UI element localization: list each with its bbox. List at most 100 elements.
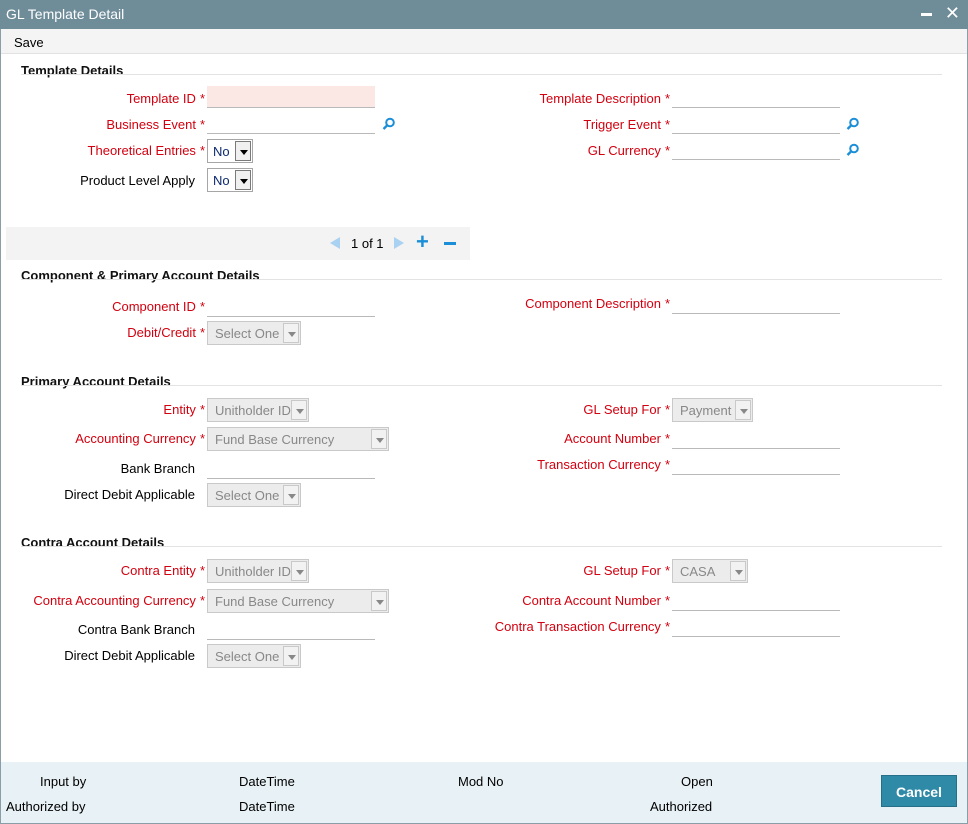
- authorized-status-label: Authorized: [650, 799, 713, 814]
- template-id-label: Template ID *: [126, 91, 205, 106]
- add-row-icon[interactable]: +: [416, 229, 429, 255]
- trigger-event-label: Trigger Event *: [583, 117, 670, 132]
- contra-bank-branch-input[interactable]: [207, 618, 375, 640]
- mod-no-label: Mod No: [458, 774, 504, 789]
- divider: [21, 546, 942, 547]
- entity-value: Unitholder ID: [215, 403, 291, 418]
- divider: [21, 279, 942, 280]
- contra-transaction-currency-label: Contra Transaction Currency *: [494, 619, 670, 634]
- chevron-down-icon[interactable]: [283, 323, 299, 343]
- business-event-input[interactable]: [207, 112, 375, 134]
- debit-credit-value: Select One: [215, 326, 280, 341]
- window-title: GL Template Detail: [6, 6, 125, 22]
- chevron-down-icon[interactable]: [235, 170, 251, 190]
- close-icon[interactable]: ✕: [945, 3, 960, 24]
- chevron-down-icon[interactable]: [235, 141, 251, 161]
- audit-footer: Input by Authorized by DateTime DateTime…: [1, 762, 967, 823]
- component-id-input[interactable]: [207, 295, 375, 317]
- template-description-input[interactable]: [672, 86, 840, 108]
- trigger-event-input[interactable]: [672, 112, 840, 134]
- search-icon[interactable]: [846, 117, 860, 131]
- contra-accounting-currency-label: Contra Accounting Currency *: [33, 593, 205, 608]
- chevron-down-icon[interactable]: [371, 429, 387, 449]
- gl-setup-for-value: Payment: [680, 403, 732, 418]
- transaction-currency-label: Transaction Currency *: [537, 457, 670, 472]
- contra-entity-value: Unitholder ID: [215, 564, 291, 579]
- accounting-currency-value: Fund Base Currency: [215, 432, 335, 447]
- chevron-down-icon[interactable]: [283, 485, 299, 505]
- contra-accounting-currency-select[interactable]: Fund Base Currency: [207, 589, 389, 613]
- accounting-currency-label: Accounting Currency *: [75, 431, 205, 446]
- theoretical-entries-select[interactable]: No: [207, 139, 253, 163]
- contra-direct-debit-select[interactable]: Select One: [207, 644, 301, 668]
- gl-setup-for-select[interactable]: Payment: [672, 398, 753, 422]
- chevron-down-icon[interactable]: [730, 561, 746, 581]
- product-level-apply-value: No: [213, 173, 230, 188]
- contra-gl-setup-for-label: GL Setup For *: [583, 563, 670, 578]
- chevron-down-icon[interactable]: [291, 561, 307, 581]
- input-by-label: Input by: [40, 774, 87, 789]
- contra-gl-setup-for-select[interactable]: CASA: [672, 559, 748, 583]
- title-bar: GL Template Detail ✕: [0, 0, 968, 29]
- account-number-label: Account Number *: [564, 431, 670, 446]
- template-id-input[interactable]: [207, 86, 375, 108]
- product-level-apply-label: Product Level Apply: [80, 173, 195, 188]
- authorized-datetime-label: DateTime: [239, 799, 295, 814]
- debit-credit-label: Debit/Credit *: [127, 325, 205, 340]
- bank-branch-label: Bank Branch: [120, 461, 195, 476]
- debit-credit-select[interactable]: Select One: [207, 321, 301, 345]
- search-icon[interactable]: [846, 143, 860, 157]
- minimize-icon[interactable]: [921, 13, 932, 16]
- theoretical-entries-value: No: [213, 144, 230, 159]
- contra-entity-label: Contra Entity *: [120, 563, 205, 578]
- section-title-primary-account: Primary Account Details: [21, 374, 171, 389]
- contra-entity-select[interactable]: Unitholder ID: [207, 559, 309, 583]
- bank-branch-input[interactable]: [207, 457, 375, 479]
- toolbar: Save: [1, 29, 967, 54]
- contra-accounting-currency-value: Fund Base Currency: [215, 594, 335, 609]
- section-title-contra-account: Contra Account Details: [21, 535, 165, 550]
- accounting-currency-select[interactable]: Fund Base Currency: [207, 427, 389, 451]
- contra-direct-debit-label: Direct Debit Applicable: [64, 648, 195, 663]
- contra-gl-setup-for-value: CASA: [680, 564, 716, 579]
- entity-select[interactable]: Unitholder ID: [207, 398, 309, 422]
- theoretical-entries-label: Theoretical Entries *: [87, 143, 205, 158]
- divider: [21, 74, 942, 75]
- direct-debit-label: Direct Debit Applicable: [64, 487, 195, 502]
- direct-debit-select[interactable]: Select One: [207, 483, 301, 507]
- chevron-down-icon[interactable]: [735, 400, 751, 420]
- component-id-label: Component ID *: [112, 299, 205, 314]
- authorized-by-label: Authorized by: [6, 799, 86, 814]
- divider: [21, 385, 942, 386]
- chevron-down-icon[interactable]: [371, 591, 387, 611]
- transaction-currency-input[interactable]: [672, 453, 840, 475]
- chevron-down-icon[interactable]: [283, 646, 299, 666]
- chevron-down-icon[interactable]: [291, 400, 307, 420]
- gl-currency-label: GL Currency *: [587, 143, 670, 158]
- contra-account-number-label: Contra Account Number *: [522, 593, 670, 608]
- section-title-component-details: Component & Primary Account Details: [21, 268, 260, 283]
- input-datetime-label: DateTime: [239, 774, 295, 789]
- contra-account-number-input[interactable]: [672, 589, 840, 611]
- gl-setup-for-label: GL Setup For *: [583, 402, 670, 417]
- account-number-input[interactable]: [672, 427, 840, 449]
- cancel-button[interactable]: Cancel: [881, 775, 957, 807]
- template-description-label: Template Description *: [539, 91, 670, 106]
- contra-transaction-currency-input[interactable]: [672, 615, 840, 637]
- contra-bank-branch-label: Contra Bank Branch: [77, 622, 195, 637]
- previous-icon[interactable]: [330, 237, 340, 249]
- gl-currency-input[interactable]: [672, 138, 840, 160]
- contra-direct-debit-value: Select One: [215, 649, 280, 664]
- delete-row-icon[interactable]: [444, 242, 456, 245]
- entity-label: Entity *: [163, 402, 205, 417]
- component-description-input[interactable]: [672, 292, 840, 314]
- section-title-template-details: Template Details: [21, 63, 124, 78]
- component-description-label: Component Description *: [525, 296, 670, 311]
- business-event-label: Business Event *: [106, 117, 205, 132]
- record-pager: 1 of 1 +: [6, 227, 470, 260]
- next-icon[interactable]: [394, 237, 404, 249]
- product-level-apply-select[interactable]: No: [207, 168, 253, 192]
- search-icon[interactable]: [382, 117, 396, 131]
- save-button[interactable]: Save: [14, 35, 44, 50]
- direct-debit-value: Select One: [215, 488, 280, 503]
